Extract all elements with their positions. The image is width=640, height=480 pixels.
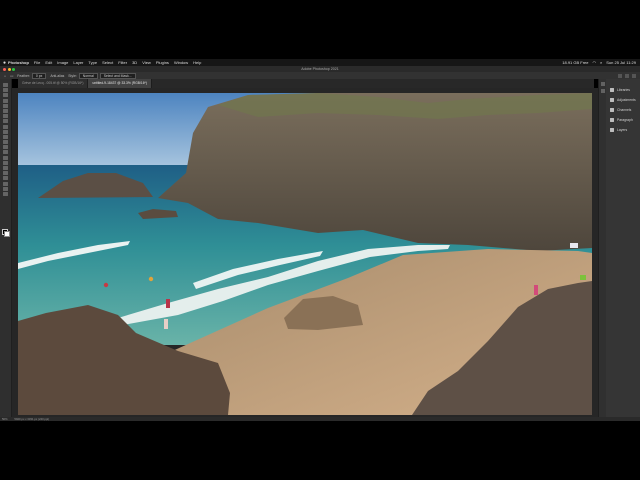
wifi-icon[interactable]: ◠ <box>593 60 597 65</box>
style-label: Style: <box>68 73 77 78</box>
share-icon[interactable] <box>632 73 636 78</box>
menu-window[interactable]: Window <box>174 60 188 65</box>
rectangle-tool-icon[interactable] <box>3 176 8 181</box>
frame-tool-icon[interactable] <box>3 108 8 113</box>
anti-alias-checkbox[interactable]: Anti-alias <box>50 74 64 78</box>
marquee-tool-icon[interactable] <box>3 88 8 93</box>
menu-app-name[interactable]: Photoshop <box>8 60 29 65</box>
history-brush-tool-icon[interactable] <box>3 134 8 139</box>
select-and-mask-button[interactable]: Select and Mask... <box>99 72 136 79</box>
disk-free-status[interactable]: 18.91 GB Free <box>562 60 588 65</box>
search-icon[interactable] <box>618 73 622 78</box>
marquee-tool-icon[interactable]: ▭ <box>10 74 13 78</box>
path-select-tool-icon[interactable] <box>3 171 8 176</box>
home-icon[interactable]: ⌂ <box>4 74 6 78</box>
libraries-icon <box>610 88 614 92</box>
history-panel-icon[interactable] <box>601 82 605 86</box>
tools-panel <box>0 79 12 417</box>
panels-dock: Libraries Adjustments Channels Paragraph… <box>606 79 640 417</box>
hand-tool-icon[interactable] <box>3 181 8 186</box>
quick-select-tool-icon[interactable] <box>3 98 8 103</box>
menu-type[interactable]: Type <box>88 60 97 65</box>
menu-view[interactable]: View <box>142 60 151 65</box>
workspace-icon[interactable] <box>625 73 629 78</box>
panel-item-label: Adjustments <box>617 98 636 102</box>
zoom-tool-icon[interactable] <box>3 186 8 191</box>
menu-bar: ● Photoshop File Edit Image Layer Type S… <box>0 59 640 66</box>
menu-select[interactable]: Select <box>102 60 113 65</box>
menubar-status-area: 18.91 GB Free ◠ ⌕ Sun 25 Jul 11:29 <box>558 60 636 65</box>
search-icon[interactable]: ⌕ <box>600 60 602 65</box>
paragraph-icon <box>610 118 614 122</box>
edit-toolbar-icon[interactable] <box>3 191 8 196</box>
feather-label: Feather: <box>17 73 30 78</box>
panel-item-layers[interactable]: Layers <box>610 125 640 135</box>
letterbox-bottom <box>0 421 640 480</box>
style-select[interactable]: Normal <box>78 72 98 79</box>
channels-icon <box>610 108 614 112</box>
options-bar: ⌂ ▭ Feather: 0 px Anti-alias Style: Norm… <box>0 72 640 79</box>
healing-brush-tool-icon[interactable] <box>3 119 8 124</box>
menubar-clock[interactable]: Sun 25 Jul 11:29 <box>606 60 636 65</box>
zoom-window-button[interactable] <box>12 67 15 71</box>
document-canvas[interactable] <box>18 93 592 415</box>
panel-item-paragraph[interactable]: Paragraph <box>610 115 640 125</box>
eraser-tool-icon[interactable] <box>3 140 8 145</box>
menu-plugins[interactable]: Plugins <box>156 60 169 65</box>
window-controls <box>3 67 17 71</box>
panel-item-label: Paragraph <box>617 118 633 122</box>
menu-layer[interactable]: Layer <box>73 60 83 65</box>
menu-image[interactable]: Image <box>57 60 68 65</box>
menu-3d[interactable]: 3D <box>132 60 137 65</box>
properties-panel-icon[interactable] <box>601 89 605 93</box>
panel-item-libraries[interactable]: Libraries <box>610 85 640 95</box>
dodge-tool-icon[interactable] <box>3 155 8 160</box>
menu-edit[interactable]: Edit <box>45 60 52 65</box>
clone-stamp-tool-icon[interactable] <box>3 129 8 134</box>
lasso-tool-icon[interactable] <box>3 93 8 98</box>
minimize-window-button[interactable] <box>7 67 11 71</box>
gradient-tool-icon[interactable] <box>3 145 8 150</box>
adjustments-icon <box>610 98 614 102</box>
crop-tool-icon[interactable] <box>3 103 8 108</box>
tab-document-1[interactable]: Grève de Lecq - 005.tif @ 50% (RGB/16*) <box>18 79 89 88</box>
eyedropper-tool-icon[interactable] <box>3 114 8 119</box>
menu-filter[interactable]: Filter <box>118 60 127 65</box>
document-tabs: Grève de Lecq - 005.tif @ 50% (RGB/16*) … <box>18 79 594 88</box>
pen-tool-icon[interactable] <box>3 160 8 165</box>
blur-tool-icon[interactable] <box>3 150 8 155</box>
panel-item-label: Channels <box>617 108 632 112</box>
menu-file[interactable]: File <box>34 60 40 65</box>
close-window-button[interactable] <box>3 67 6 71</box>
layers-icon <box>610 128 614 132</box>
panel-item-label: Layers <box>617 128 628 132</box>
type-tool-icon[interactable] <box>3 166 8 170</box>
panel-item-channels[interactable]: Channels <box>610 105 640 115</box>
letterbox-top <box>0 0 640 59</box>
panel-item-label: Libraries <box>617 88 631 92</box>
brush-tool-icon[interactable] <box>3 124 8 129</box>
background-color-swatch[interactable] <box>4 231 10 237</box>
menu-help[interactable]: Help <box>193 60 201 65</box>
panel-item-adjustments[interactable]: Adjustments <box>610 95 640 105</box>
feather-input[interactable]: 0 px <box>31 72 47 79</box>
window-title: Adobe Photoshop 2021 <box>301 67 339 71</box>
tab-document-2[interactable]: untitled-9-18437 @ 33.3% (RGB/16*) <box>88 79 152 88</box>
move-tool-icon[interactable] <box>3 83 8 87</box>
options-right-controls <box>615 73 636 78</box>
